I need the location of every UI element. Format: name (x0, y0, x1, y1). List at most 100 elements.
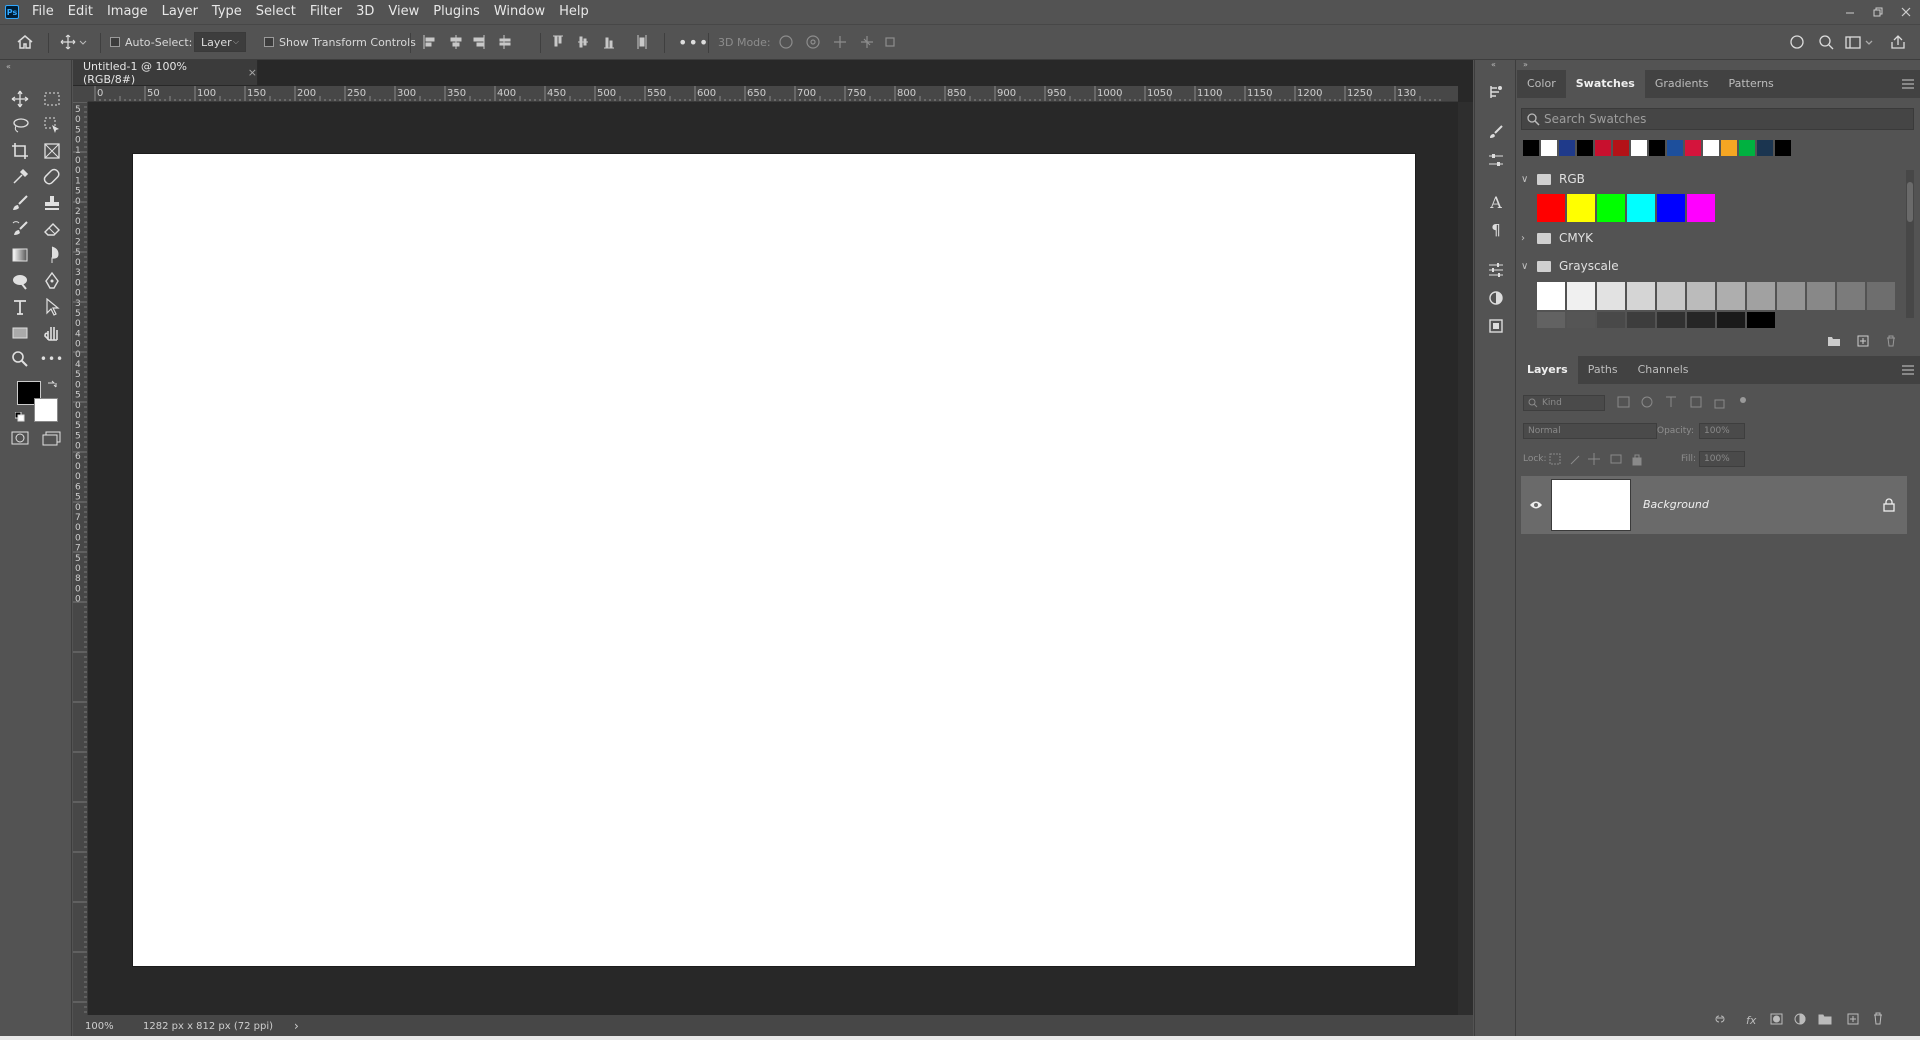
link-layers-icon[interactable] (1715, 1015, 1725, 1023)
rgb-swatch[interactable] (1627, 194, 1655, 222)
libraries-panel-icon[interactable] (1484, 314, 1508, 338)
opacity-field[interactable]: 100% (1699, 423, 1745, 439)
tab-color[interactable]: Color (1517, 70, 1566, 98)
grayscale-swatch[interactable] (1717, 312, 1745, 328)
panel-menu-icon[interactable] (1902, 79, 1914, 89)
tab-swatches[interactable]: Swatches (1565, 70, 1645, 98)
menu-edit[interactable]: Edit (61, 0, 100, 24)
rgb-swatch[interactable] (1597, 194, 1625, 222)
recent-swatch[interactable] (1703, 140, 1719, 156)
3d-roll-icon[interactable] (806, 35, 820, 49)
menu-layer[interactable]: Layer (155, 0, 205, 24)
grayscale-swatch[interactable] (1687, 282, 1715, 310)
object-selection-tool[interactable] (38, 113, 66, 137)
pixel-filter-icon[interactable] (1617, 396, 1630, 408)
3d-pan-icon[interactable] (834, 36, 846, 48)
recent-swatch[interactable] (1559, 140, 1575, 156)
rgb-swatch[interactable] (1567, 194, 1595, 222)
menu-image[interactable]: Image (100, 0, 155, 24)
grayscale-swatch[interactable] (1567, 282, 1595, 310)
align-icons[interactable] (422, 34, 522, 50)
lasso-tool[interactable] (6, 113, 34, 137)
auto-select-dropdown[interactable]: Layer ⌵ (194, 32, 246, 52)
layer-style-fx-icon[interactable]: fx (1746, 1014, 1757, 1027)
expand-panels-icon[interactable]: » (1523, 60, 1528, 69)
screen-mode-button[interactable] (38, 426, 66, 450)
menu-3d[interactable]: 3D (349, 0, 381, 24)
tab-patterns[interactable]: Patterns (1718, 70, 1783, 98)
rgb-swatch[interactable] (1657, 194, 1685, 222)
grayscale-swatch[interactable] (1687, 312, 1715, 328)
lock-all-icon[interactable] (1632, 457, 1642, 466)
hand-tool[interactable] (38, 321, 66, 345)
smart-object-filter-icon[interactable] (1714, 399, 1725, 409)
document-tab[interactable]: Untitled-1 @ 100% (RGB/8#) × (73, 60, 258, 86)
lock-pixels-icon[interactable] (1570, 455, 1580, 465)
ruler-origin[interactable] (73, 86, 88, 102)
rgb-swatch[interactable] (1537, 194, 1565, 222)
distribute-icons[interactable] (552, 34, 652, 50)
brush-tool[interactable] (6, 191, 34, 215)
paragraph-panel-icon[interactable]: ¶ (1484, 218, 1508, 242)
swatch-search-field[interactable]: Search Swatches (1521, 108, 1914, 130)
gradient-tool[interactable] (6, 243, 34, 267)
close-tab-icon[interactable]: × (248, 66, 257, 79)
grayscale-swatch[interactable] (1567, 312, 1595, 328)
grayscale-swatch[interactable] (1747, 282, 1775, 310)
menu-select[interactable]: Select (249, 0, 303, 24)
frame-tool[interactable] (38, 139, 66, 163)
grayscale-swatch[interactable] (1717, 282, 1745, 310)
document-info[interactable]: 1282 px x 812 px (72 ppi) (143, 1021, 288, 1032)
collapse-dock-icon[interactable]: « (1491, 60, 1496, 69)
recent-swatch[interactable] (1541, 140, 1557, 156)
lock-icon[interactable] (1883, 498, 1895, 512)
cloud-docs-icon[interactable] (1790, 35, 1804, 49)
menu-window[interactable]: Window (487, 0, 552, 24)
grayscale-swatch[interactable] (1537, 312, 1565, 328)
recent-swatch[interactable] (1775, 140, 1791, 156)
new-swatch-icon[interactable] (1856, 334, 1870, 348)
3d-scale-icon[interactable] (885, 37, 895, 47)
grayscale-swatch[interactable] (1597, 282, 1625, 310)
shape-filter-icon[interactable] (1690, 396, 1702, 408)
clone-stamp-tool[interactable] (38, 191, 66, 215)
swatch-group-cmyk[interactable]: › CMYK (1521, 228, 1593, 248)
healing-brush-tool[interactable] (38, 165, 66, 189)
rectangle-tool[interactable] (6, 321, 34, 345)
character-panel-icon[interactable]: A (1484, 190, 1508, 214)
eyedropper-tool[interactable] (6, 165, 34, 189)
recent-swatch[interactable] (1667, 140, 1683, 156)
grayscale-swatch[interactable] (1777, 282, 1805, 310)
tab-gradients[interactable]: Gradients (1645, 70, 1719, 98)
menu-file[interactable]: File (25, 0, 61, 24)
swatch-group-rgb[interactable]: ∨ RGB (1521, 169, 1585, 189)
layer-thumbnail[interactable] (1551, 479, 1631, 531)
menu-plugins[interactable]: Plugins (426, 0, 487, 24)
fill-field[interactable]: 100% (1699, 451, 1745, 467)
lock-transparent-icon[interactable] (1549, 453, 1561, 465)
collapse-toolbar-icon[interactable]: « (6, 62, 11, 71)
auto-select-check-box[interactable] (110, 37, 120, 47)
adjustments-panel-icon[interactable] (1484, 286, 1508, 310)
recent-swatch[interactable] (1523, 140, 1539, 156)
adjustment-filter-icon[interactable] (1641, 396, 1653, 408)
marquee-tool[interactable] (38, 87, 66, 111)
type-filter-icon[interactable] (1666, 396, 1676, 407)
brush-settings-icon[interactable] (1484, 120, 1508, 144)
panel-menu-icon[interactable] (1902, 365, 1914, 375)
home-icon[interactable] (16, 25, 34, 59)
recent-swatch[interactable] (1613, 140, 1629, 156)
crop-tool[interactable] (6, 139, 34, 163)
grayscale-swatch[interactable] (1657, 282, 1685, 310)
swatches-scrollbar[interactable] (1906, 170, 1914, 318)
grayscale-swatch[interactable] (1837, 282, 1865, 310)
properties-panel-icon[interactable] (1484, 258, 1508, 282)
menu-type[interactable]: Type (205, 0, 249, 24)
restore-button[interactable] (1864, 0, 1892, 24)
smudge-tool[interactable] (38, 243, 66, 267)
layer-name[interactable]: Background (1643, 498, 1709, 511)
auto-select-checkbox[interactable]: Auto-Select: (110, 25, 192, 59)
swatches-scroll-thumb[interactable] (1907, 182, 1913, 222)
layer-filter-kind[interactable]: Kind (1523, 395, 1605, 411)
lock-position-icon[interactable] (1588, 453, 1600, 465)
